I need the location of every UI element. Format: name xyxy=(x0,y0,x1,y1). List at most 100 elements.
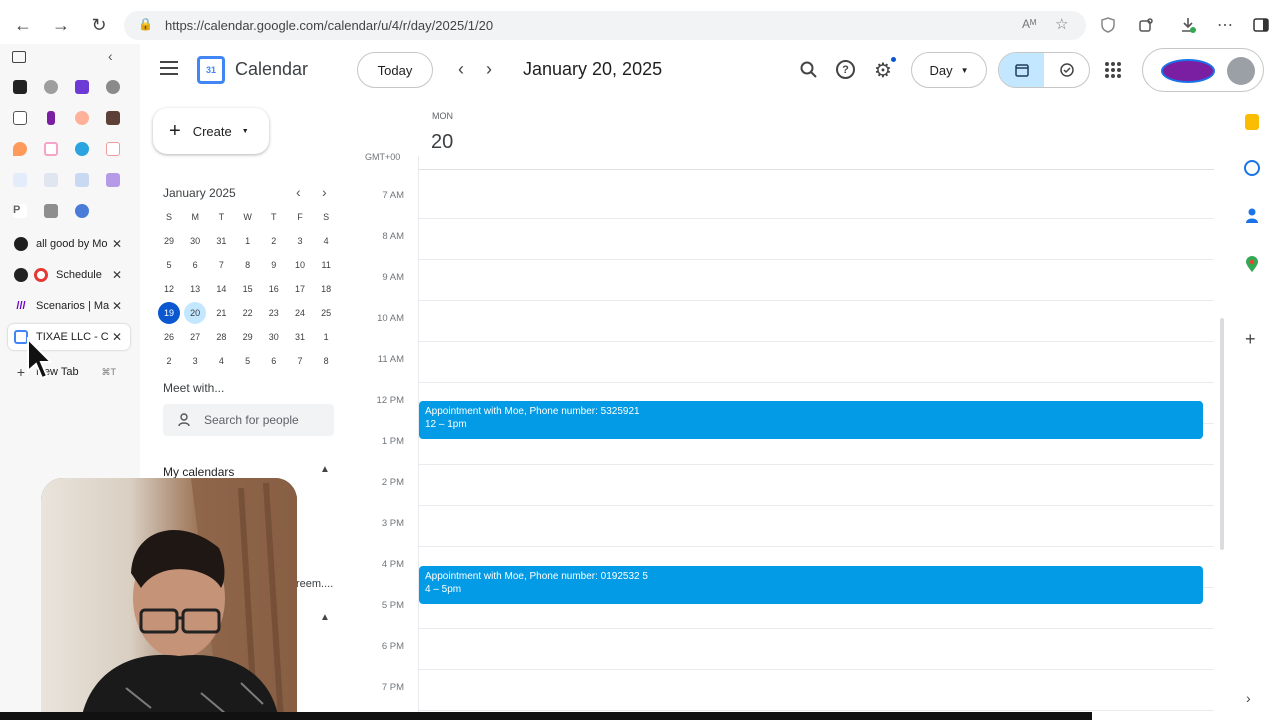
help-icon[interactable]: ? xyxy=(836,60,855,79)
tab-actions-icon[interactable] xyxy=(12,51,26,63)
google-apps-icon[interactable] xyxy=(1105,62,1121,78)
app-icon[interactable] xyxy=(75,111,89,125)
mini-calendar-day[interactable]: 31 xyxy=(289,326,311,348)
mini-calendar-day[interactable]: 27 xyxy=(184,326,206,348)
mini-calendar-day[interactable]: 10 xyxy=(289,254,311,276)
extensions-icon[interactable] xyxy=(1136,15,1156,35)
calendar-event[interactable]: Appointment with Moe, Phone number: 0192… xyxy=(419,566,1203,604)
favorite-icon[interactable]: ☆ xyxy=(1055,15,1068,33)
app-icon[interactable] xyxy=(44,173,58,187)
mini-calendar-day[interactable]: 15 xyxy=(237,278,259,300)
mini-calendar-day[interactable]: 6 xyxy=(263,350,285,372)
main-menu-icon[interactable] xyxy=(160,61,178,75)
avatar[interactable] xyxy=(1227,57,1255,85)
previous-day-icon[interactable]: ‹ xyxy=(458,59,464,80)
facebook-icon[interactable] xyxy=(75,204,89,218)
mini-calendar-day[interactable]: 25 xyxy=(315,302,337,324)
mini-calendar-day[interactable]: 1 xyxy=(315,326,337,348)
back-icon[interactable]: ← xyxy=(12,14,34,36)
maps-icon[interactable] xyxy=(1246,256,1258,277)
mini-calendar-day[interactable]: 8 xyxy=(237,254,259,276)
sidebar-icon[interactable] xyxy=(1251,15,1271,35)
collapse-chevron-icon[interactable]: ▲ xyxy=(320,464,330,475)
telegram-icon[interactable] xyxy=(75,142,89,156)
downloads-icon[interactable] xyxy=(1178,15,1198,35)
collapse-sidebar-icon[interactable]: ‹ xyxy=(108,48,113,64)
day-number[interactable]: 20 xyxy=(431,131,453,154)
mini-calendar-selected-day[interactable]: 20 xyxy=(184,302,207,324)
mini-calendar-day[interactable]: 7 xyxy=(210,254,232,276)
tab-item[interactable]: /// Scenarios | Ma ✕ xyxy=(8,293,130,319)
account-switcher[interactable] xyxy=(1142,48,1264,92)
mini-calendar-day[interactable]: 3 xyxy=(184,350,206,372)
mini-calendar-day[interactable]: 3 xyxy=(289,230,311,252)
tab-item[interactable]: Schedule ✕ xyxy=(8,262,130,288)
create-button[interactable]: + Create ▼ xyxy=(153,108,269,154)
mini-calendar-day[interactable]: 4 xyxy=(210,350,232,372)
mini-calendar-day[interactable]: 2 xyxy=(158,350,180,372)
mini-calendar-day[interactable]: 24 xyxy=(289,302,311,324)
mini-calendar-day[interactable]: 7 xyxy=(289,350,311,372)
mini-calendar-day[interactable]: 5 xyxy=(237,350,259,372)
calendar-view-toggle[interactable] xyxy=(999,53,1044,87)
mini-calendar-day[interactable]: 30 xyxy=(263,326,285,348)
notion-icon[interactable] xyxy=(13,80,27,94)
mini-calendar-day[interactable]: 9 xyxy=(263,254,285,276)
mini-calendar-day[interactable]: 4 xyxy=(315,230,337,252)
mini-calendar-day[interactable]: 11 xyxy=(315,254,337,276)
docs-icon[interactable] xyxy=(13,111,27,125)
mini-calendar-day[interactable]: 1 xyxy=(237,230,259,252)
today-button[interactable]: Today xyxy=(357,52,433,88)
app-icon[interactable] xyxy=(106,80,120,94)
mini-calendar-day[interactable]: 12 xyxy=(158,278,180,300)
expand-panel-icon[interactable]: › xyxy=(1246,690,1251,706)
mini-calendar-day[interactable]: 5 xyxy=(158,254,180,276)
calendar-logo-icon[interactable]: 31 xyxy=(197,56,225,84)
app-icon[interactable] xyxy=(106,173,120,187)
reload-icon[interactable]: ↻ xyxy=(88,14,110,36)
mini-calendar-prev-icon[interactable]: ‹ xyxy=(296,184,301,200)
calendar-list-item-label[interactable]: reem.... xyxy=(296,578,333,590)
mini-calendar-day[interactable]: 29 xyxy=(158,230,180,252)
openai-icon[interactable] xyxy=(44,80,58,94)
add-addon-icon[interactable]: + xyxy=(1245,329,1256,350)
mini-calendar-day[interactable]: 17 xyxy=(289,278,311,300)
app-icon[interactable] xyxy=(44,142,58,156)
tasks-icon[interactable] xyxy=(1244,160,1260,176)
mini-calendar-day[interactable]: 14 xyxy=(210,278,232,300)
mini-calendar-today[interactable]: 19 xyxy=(158,302,180,324)
close-tab-icon[interactable]: ✕ xyxy=(110,268,124,282)
mini-calendar-day[interactable]: 30 xyxy=(184,230,206,252)
close-tab-icon[interactable]: ✕ xyxy=(110,330,124,344)
tasks-view-toggle[interactable] xyxy=(1044,53,1089,87)
mini-calendar-next-icon[interactable]: › xyxy=(322,184,327,200)
app-icon[interactable] xyxy=(75,80,89,94)
tab-item[interactable]: all good by Mo ✕ xyxy=(8,231,130,257)
forward-icon[interactable]: → xyxy=(50,14,72,36)
calendar-event[interactable]: Appointment with Moe, Phone number: 5325… xyxy=(419,401,1203,439)
mini-calendar-day[interactable]: 28 xyxy=(210,326,232,348)
mini-calendar-day[interactable]: 23 xyxy=(263,302,285,324)
mini-calendar-day[interactable]: 29 xyxy=(237,326,259,348)
app-icon[interactable] xyxy=(75,173,89,187)
mini-calendar-day[interactable]: 13 xyxy=(184,278,206,300)
collapse-chevron-icon[interactable]: ▲ xyxy=(320,612,330,623)
mini-calendar-day[interactable]: 21 xyxy=(210,302,232,324)
read-aloud-icon[interactable]: Aᴹ xyxy=(1022,17,1036,31)
app-icon[interactable] xyxy=(44,204,58,218)
contacts-icon[interactable] xyxy=(1246,208,1258,229)
search-icon[interactable] xyxy=(800,61,818,84)
mini-calendar-day[interactable]: 2 xyxy=(263,230,285,252)
scrollbar-thumb[interactable] xyxy=(1220,318,1224,550)
address-bar[interactable]: 🔒 https://calendar.google.com/calendar/u… xyxy=(124,11,1086,40)
search-people-input[interactable]: Search for people xyxy=(163,404,334,436)
site-info-icon[interactable]: 🔒 xyxy=(138,17,153,31)
app-icon[interactable]: P xyxy=(13,204,27,218)
app-icon[interactable] xyxy=(106,142,120,156)
settings-gear-icon[interactable]: ⚙ xyxy=(874,58,892,83)
app-icon[interactable] xyxy=(13,142,27,156)
mini-calendar-day[interactable]: 18 xyxy=(315,278,337,300)
view-selector[interactable]: Day ▼ xyxy=(911,52,987,88)
image-icon[interactable] xyxy=(106,111,120,125)
mini-calendar-day[interactable]: 6 xyxy=(184,254,206,276)
